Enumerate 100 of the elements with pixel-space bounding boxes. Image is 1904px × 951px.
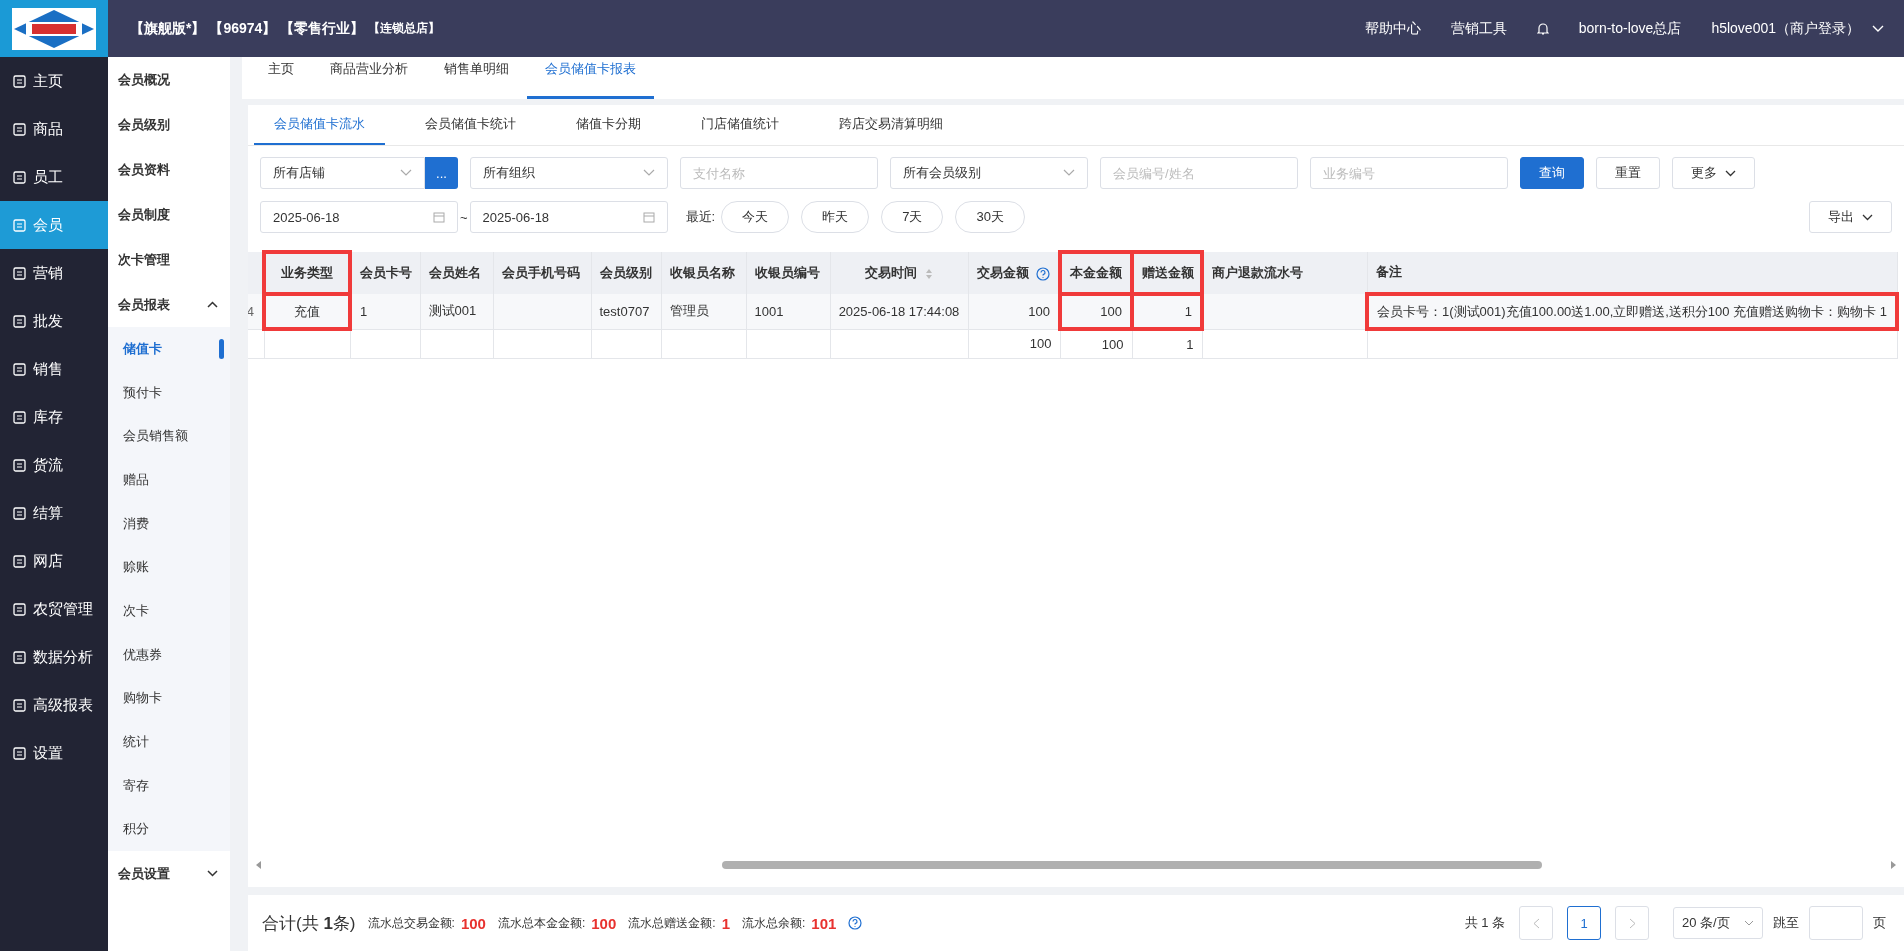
help-icon[interactable] xyxy=(1036,266,1051,281)
report-tab[interactable]: 会员储值卡流水 xyxy=(254,105,385,145)
menu-item-icon xyxy=(12,697,27,713)
report-tab[interactable]: 会员储值卡统计 xyxy=(405,105,536,145)
sidebar-item[interactable]: 营销 xyxy=(0,249,108,297)
bell-icon[interactable] xyxy=(1536,21,1549,36)
sidebar-item[interactable]: 农贸管理 xyxy=(0,585,108,633)
page-button[interactable]: 1 xyxy=(1567,906,1601,940)
sidebar-subitem[interactable]: 预付卡 xyxy=(123,370,230,415)
more-dropdown[interactable]: 更多 xyxy=(1672,157,1755,189)
export-dropdown[interactable]: 导出 xyxy=(1809,201,1892,233)
jump-label: 跳至 xyxy=(1773,914,1799,932)
sidebar-subitem[interactable]: 购物卡 xyxy=(123,676,230,721)
account-info: 【旗舰版*】 xyxy=(130,19,206,38)
total-summary: 合计(共 1条) xyxy=(262,912,356,935)
scroll-right-icon[interactable] xyxy=(1890,861,1896,869)
select-field[interactable]: 所有会员级别 xyxy=(890,157,1088,189)
sidebar-item[interactable]: 会员资料 xyxy=(118,147,230,192)
sidebar-item[interactable]: 会员制度 xyxy=(118,192,230,237)
page-tab[interactable]: 主页 xyxy=(250,60,312,99)
user-menu[interactable]: h5love001（商户登录） xyxy=(1711,19,1860,38)
sidebar-item[interactable]: 网店 xyxy=(0,537,108,585)
search-button[interactable]: 查询 xyxy=(1520,157,1584,189)
column-header: 商户退款流水号 xyxy=(1202,252,1367,294)
chevron-down-icon xyxy=(1063,169,1075,177)
sidebar-item[interactable]: 批发 xyxy=(0,297,108,345)
report-tab[interactable]: 跨店交易清算明细 xyxy=(819,105,963,145)
input-field[interactable]: 会员编号/姓名 xyxy=(1100,157,1298,189)
reset-button[interactable]: 重置 xyxy=(1596,157,1660,189)
quick-date-button[interactable]: 30天 xyxy=(955,201,1025,233)
column-header: 本金金额 xyxy=(1060,252,1132,294)
sidebar-subitem[interactable]: 会员销售额 xyxy=(123,414,230,459)
more-button[interactable]: ... xyxy=(425,157,458,189)
sidebar-item[interactable]: 高级报表 xyxy=(0,681,108,729)
sidebar-subitem[interactable]: 寄存 xyxy=(123,763,230,808)
sidebar-item[interactable]: 会员概况 xyxy=(118,57,230,102)
page-tab[interactable]: 销售单明细 xyxy=(426,60,527,99)
page-size-select[interactable]: 20 条/页 xyxy=(1673,907,1763,939)
page-tab[interactable]: 商品营业分析 xyxy=(312,60,426,99)
sidebar-subitem[interactable]: 次卡 xyxy=(123,589,230,633)
menu-item-icon xyxy=(12,121,27,137)
quick-date-button[interactable]: 昨天 xyxy=(801,201,870,233)
sidebar-item[interactable]: 库存 xyxy=(0,393,108,441)
chevron-down-icon xyxy=(643,169,655,177)
report-tab[interactable]: 门店储值统计 xyxy=(681,105,799,145)
menu-item-icon xyxy=(12,217,27,233)
input-field[interactable]: 支付名称 xyxy=(680,157,878,189)
sidebar-item[interactable]: 会员报表 xyxy=(118,282,230,327)
date-field[interactable]: 2025-06-18 xyxy=(260,201,458,233)
page-tab[interactable]: 会员储值卡报表 xyxy=(527,60,654,99)
sidebar-item[interactable]: 次卡管理 xyxy=(118,237,230,282)
select-field[interactable]: 所有店铺 xyxy=(260,157,425,189)
sidebar-item[interactable]: 销售 xyxy=(0,345,108,393)
sidebar-subitem[interactable]: 赠品 xyxy=(123,458,230,502)
input-field[interactable]: 业务编号 xyxy=(1310,157,1508,189)
account-info: 【96974】 xyxy=(209,19,277,38)
chevron-down-icon xyxy=(1862,213,1873,221)
sidebar-item[interactable]: 会员设置 xyxy=(118,851,230,897)
chevron-down-icon[interactable] xyxy=(1872,24,1884,33)
menu-item-icon xyxy=(12,553,27,569)
quick-date-button[interactable]: 今天 xyxy=(721,201,790,233)
column-header: 会员级别 xyxy=(591,252,661,294)
date-field[interactable]: 2025-06-18 xyxy=(469,201,668,233)
stat-label: 流水总交易金额: xyxy=(367,914,455,932)
help-icon[interactable] xyxy=(848,916,863,930)
scroll-left-icon[interactable] xyxy=(256,861,262,869)
stat-value: 100 xyxy=(591,914,617,932)
chevron-icon xyxy=(207,870,218,878)
table-cell: 100 xyxy=(968,294,1060,329)
page-jump-field[interactable] xyxy=(1809,906,1863,940)
stat-value: 101 xyxy=(811,914,837,932)
sidebar-item[interactable]: 设置 xyxy=(0,729,108,777)
sidebar-subitem[interactable]: 积分 xyxy=(123,807,230,852)
sidebar-subitem[interactable]: 优惠券 xyxy=(123,632,230,677)
sidebar-subitem[interactable]: 统计 xyxy=(123,720,230,764)
sort-icon[interactable] xyxy=(924,267,933,280)
sidebar-item[interactable]: 商品 xyxy=(0,105,108,153)
sidebar-item[interactable]: 主页 xyxy=(0,57,108,105)
select-field[interactable]: 所有组织 xyxy=(470,157,668,189)
menu-item-icon xyxy=(12,649,27,665)
menu-item-icon xyxy=(12,73,27,89)
sidebar-item[interactable]: 员工 xyxy=(0,153,108,201)
menu-item-icon xyxy=(12,601,27,617)
header-link[interactable]: 帮助中心 xyxy=(1364,19,1421,38)
header-link[interactable]: 营销工具 xyxy=(1450,19,1507,38)
sidebar-item[interactable]: 结算 xyxy=(0,489,108,537)
sidebar-subitem[interactable]: 赊账 xyxy=(123,545,230,590)
sidebar-item[interactable]: 会员级别 xyxy=(118,102,230,147)
store-name[interactable]: born-to-love总店 xyxy=(1578,19,1682,38)
total-cell xyxy=(591,329,661,358)
sidebar-item[interactable]: 货流 xyxy=(0,441,108,489)
total-cell: 100 xyxy=(1060,329,1132,358)
report-tab[interactable]: 储值卡分期 xyxy=(556,105,661,145)
sidebar-subitem[interactable]: 消费 xyxy=(123,501,230,546)
chevron-down-icon xyxy=(400,169,412,177)
sidebar-item[interactable]: 数据分析 xyxy=(0,633,108,681)
quick-date-button[interactable]: 7天 xyxy=(881,201,944,233)
sidebar-subitem[interactable]: 储值卡 xyxy=(123,327,230,371)
chevron-left-icon xyxy=(1532,917,1540,929)
chevron-right-icon xyxy=(1628,917,1636,929)
